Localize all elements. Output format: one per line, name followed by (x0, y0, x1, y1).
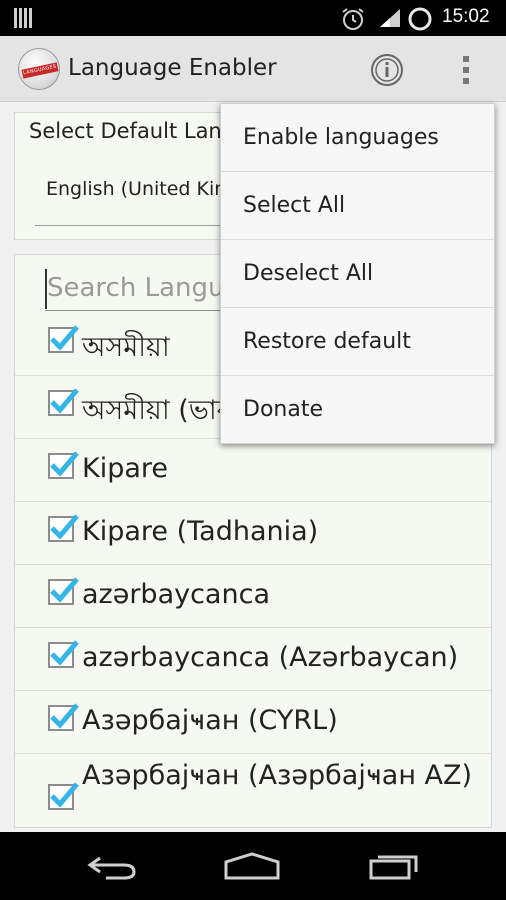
list-item[interactable]: Азәрбајҹан (CYRL) (15, 691, 491, 754)
navigation-bar (0, 832, 506, 900)
menu-item-restore-default[interactable]: Restore default (221, 308, 494, 376)
list-item[interactable]: Kipare (15, 439, 491, 502)
menu-item-donate[interactable]: Donate (221, 376, 494, 444)
check-icon (50, 514, 79, 540)
overflow-menu-icon[interactable] (455, 52, 477, 88)
checkbox[interactable] (48, 514, 79, 542)
check-icon (50, 388, 79, 414)
checkbox[interactable] (48, 577, 79, 605)
checkbox[interactable] (48, 782, 79, 810)
back-icon[interactable] (86, 852, 138, 880)
app-logo-icon[interactable]: LANGUAGES (18, 48, 60, 90)
check-icon (50, 577, 79, 603)
checkbox[interactable] (48, 325, 79, 353)
battery-icon (408, 7, 432, 31)
checkbox[interactable] (48, 703, 79, 731)
language-label: Азәрбајҹан (CYRL) (82, 705, 338, 736)
menu-item-deselect-all[interactable]: Deselect All (221, 240, 494, 308)
signal-icon (380, 9, 400, 27)
check-icon (50, 325, 79, 351)
action-bar: LANGUAGES Language Enabler (0, 36, 506, 102)
list-item[interactable]: azərbaycanca (Azərbaycan) (15, 628, 491, 691)
list-item[interactable]: azərbaycanca (15, 565, 491, 628)
list-item[interactable]: Азәрбајҹан (Азәрбајҹан AZ) (15, 754, 491, 827)
overflow-menu: Enable languages Select All Deselect All… (220, 103, 495, 444)
status-time: 15:02 (442, 6, 490, 27)
language-label: অসমীয়া (82, 332, 170, 363)
check-icon (50, 640, 79, 666)
list-item[interactable]: Kipare (Tadhania) (15, 502, 491, 565)
status-bar: 15:02 (0, 0, 506, 36)
recent-apps-icon[interactable] (368, 852, 420, 880)
language-label: azərbaycanca (82, 579, 270, 610)
alarm-icon (342, 8, 364, 30)
language-label: azərbaycanca (Azərbaycan) (82, 642, 459, 673)
checkbox[interactable] (48, 388, 79, 416)
checkbox[interactable] (48, 640, 79, 668)
menu-item-select-all[interactable]: Select All (221, 172, 494, 240)
app-title: Language Enabler (68, 55, 277, 81)
home-icon[interactable] (222, 852, 282, 880)
language-label: Kipare (Tadhania) (82, 516, 319, 547)
notification-icon (14, 8, 34, 28)
check-icon (50, 782, 79, 808)
info-icon[interactable] (370, 53, 404, 87)
check-icon (50, 703, 79, 729)
language-label: Kipare (82, 453, 169, 484)
checkbox[interactable] (48, 451, 79, 479)
text-cursor (45, 269, 47, 309)
language-label: Азәрбајҹан (Азәрбајҹан AZ) (82, 760, 473, 791)
menu-item-enable-languages[interactable]: Enable languages (221, 104, 494, 172)
check-icon (50, 451, 79, 477)
